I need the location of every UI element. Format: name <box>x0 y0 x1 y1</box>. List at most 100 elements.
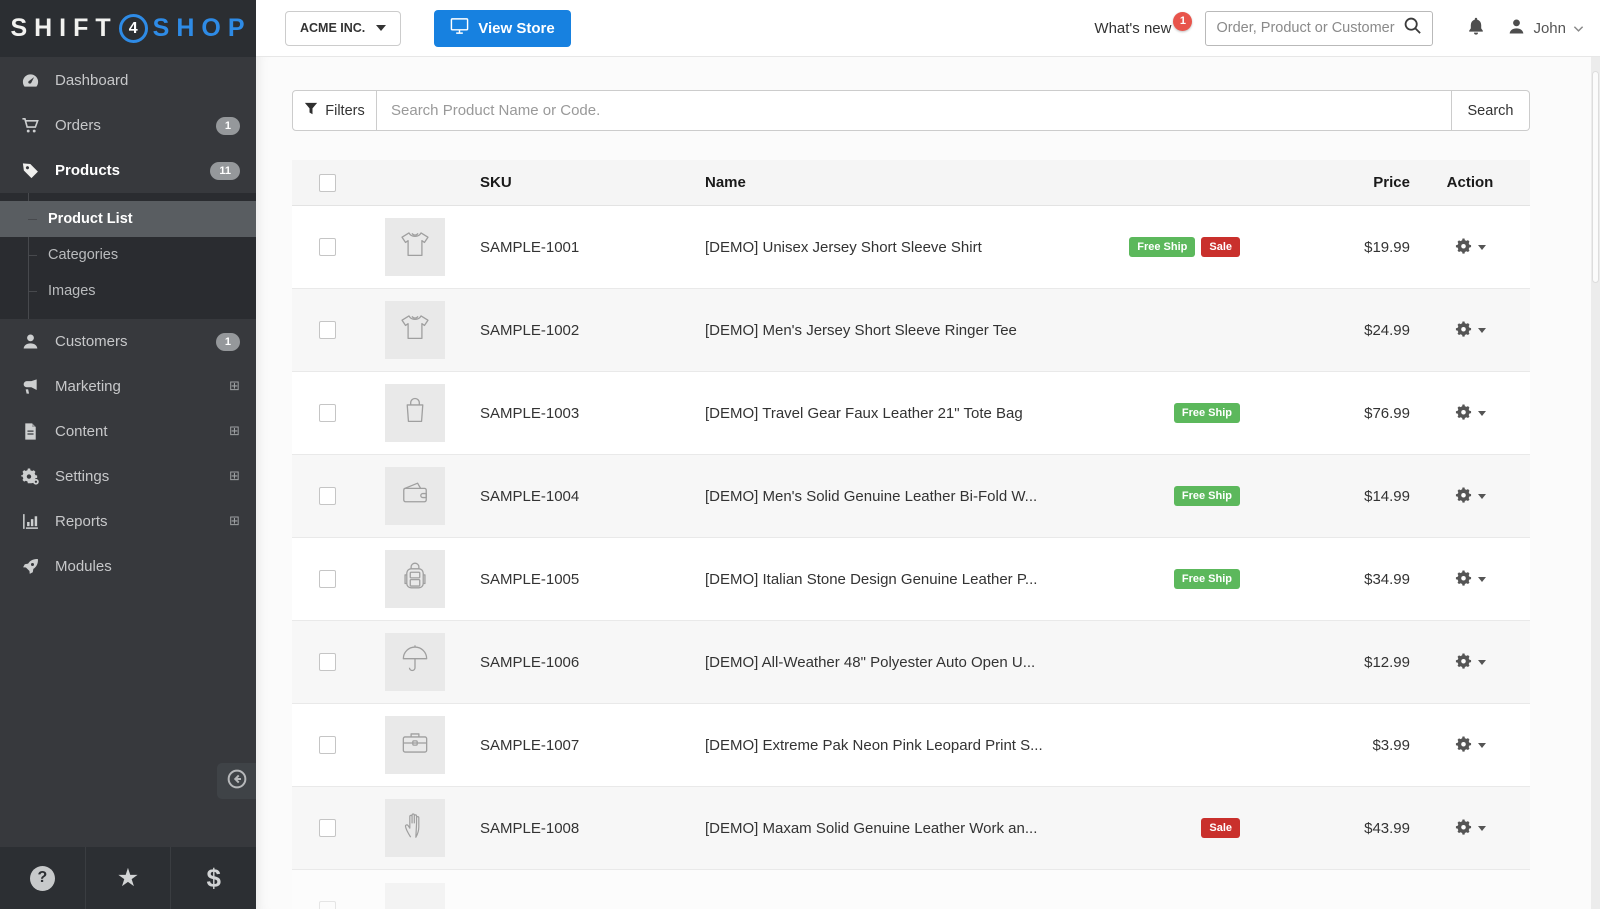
sidebar-item-content[interactable]: Content⊞ <box>0 409 256 454</box>
row-checkbox[interactable] <box>319 653 336 671</box>
sidebar-item-settings[interactable]: Settings⊞ <box>0 454 256 499</box>
row-checkbox[interactable] <box>319 321 336 339</box>
sidebar-item-label: Reports <box>55 513 229 530</box>
sidebar-item-modules[interactable]: Modules <box>0 544 256 589</box>
gear-icon <box>1455 320 1472 341</box>
row-action-gear-button[interactable] <box>1455 818 1486 839</box>
product-thumbnail[interactable] <box>385 550 445 608</box>
row-action-gear-button[interactable] <box>1455 652 1486 673</box>
row-checkbox[interactable] <box>319 404 336 422</box>
monitor-icon <box>450 17 469 39</box>
sidebar-item-orders[interactable]: Orders1 <box>0 103 256 148</box>
scrollbar-thumb[interactable] <box>1592 71 1599 283</box>
product-search-input[interactable] <box>377 90 1452 131</box>
product-name[interactable]: [DEMO] Travel Gear Faux Leather 21" Tote… <box>705 405 1023 422</box>
row-action-gear-button[interactable] <box>1455 569 1486 590</box>
product-thumbnail[interactable] <box>385 218 445 276</box>
whats-new-link[interactable]: What's new 1 <box>1094 20 1192 37</box>
product-thumbnail[interactable] <box>385 633 445 691</box>
product-sku: SAMPLE-1004 <box>480 488 579 505</box>
row-checkbox[interactable] <box>319 487 336 505</box>
product-thumbnail[interactable] <box>385 799 445 857</box>
sidebar-item-reports[interactable]: Reports⊞ <box>0 499 256 544</box>
gear-icon <box>1455 237 1472 258</box>
collapse-arrow-icon <box>226 768 248 795</box>
expand-plus-icon[interactable]: ⊞ <box>229 379 240 394</box>
expand-plus-icon[interactable]: ⊞ <box>229 424 240 439</box>
row-action-gear-button[interactable] <box>1455 735 1486 756</box>
product-thumbnail[interactable] <box>385 301 445 359</box>
sidebar-item-customers[interactable]: Customers1 <box>0 319 256 364</box>
shift4shop-logo[interactable]: SHIFT 4 SHOP <box>0 0 256 57</box>
row-checkbox[interactable] <box>319 819 336 837</box>
row-checkbox[interactable] <box>319 570 336 588</box>
product-name[interactable]: [DEMO] Extreme Pak Neon Pink Leopard Pri… <box>705 737 1043 754</box>
count-badge: 1 <box>216 117 240 135</box>
product-thumbnail[interactable] <box>385 883 445 909</box>
product-thumbnail[interactable] <box>385 384 445 442</box>
sidebar-footer-billing-button[interactable]: $ <box>170 847 256 909</box>
product-name[interactable]: [DEMO] Men's Jersey Short Sleeve Ringer … <box>705 322 1017 339</box>
filters-button[interactable]: Filters <box>292 90 377 131</box>
sidebar-footer-help-button[interactable]: ? <box>0 847 85 909</box>
count-badge: 11 <box>210 162 240 180</box>
sidebar-item-marketing[interactable]: Marketing⊞ <box>0 364 256 409</box>
row-action-gear-button[interactable] <box>1455 403 1486 424</box>
product-name[interactable]: [DEMO] Italian Stone Design Genuine Leat… <box>705 571 1037 588</box>
gear-icon <box>1455 652 1472 673</box>
user-menu[interactable]: John <box>1507 17 1584 40</box>
select-all-checkbox[interactable] <box>319 174 336 192</box>
sidebar-item-dashboard[interactable]: Dashboard <box>0 58 256 103</box>
sidebar-footer-favorites-button[interactable]: ★ <box>85 847 171 909</box>
sidebar-subitem-images[interactable]: Images <box>0 273 256 309</box>
product-thumbnail[interactable] <box>385 716 445 774</box>
bell-icon <box>1466 16 1486 41</box>
product-price: $76.99 <box>1364 405 1410 422</box>
product-price: $14.99 <box>1364 488 1410 505</box>
row-action-gear-button[interactable] <box>1455 237 1486 258</box>
sidebar-footer: ?★ $ <box>0 847 256 909</box>
product-name[interactable]: [DEMO] Men's Solid Genuine Leather Bi-Fo… <box>705 488 1037 505</box>
row-action-gear-button[interactable] <box>1455 486 1486 507</box>
product-name[interactable]: [DEMO] Maxam Solid Genuine Leather Work … <box>705 820 1037 837</box>
sku-column-header: SKU <box>480 174 705 191</box>
dollar-icon: $ <box>206 865 220 892</box>
row-checkbox[interactable] <box>319 238 336 256</box>
search-icon[interactable] <box>1403 16 1422 40</box>
umbrella-icon <box>396 641 434 683</box>
sidebar-subitem-product-list[interactable]: Product List <box>0 201 256 237</box>
caret-down-icon <box>1478 494 1486 499</box>
table-row: SAMPLE-1002 [DEMO] Men's Jersey Short Sl… <box>292 289 1530 372</box>
gear-icon <box>1455 818 1472 839</box>
search-button[interactable]: Search <box>1452 90 1530 131</box>
badges: Free ShipSale <box>1090 237 1240 257</box>
price-column-header: Price <box>1240 174 1410 191</box>
view-store-button[interactable]: View Store <box>434 10 570 47</box>
sidebar-collapse-button[interactable] <box>217 763 256 799</box>
sidebar-item-label: Customers <box>55 333 216 350</box>
row-action-gear-button[interactable] <box>1455 320 1486 341</box>
global-search-box <box>1205 11 1433 46</box>
store-selector-dropdown[interactable]: ACME INC. <box>285 11 401 46</box>
notifications-bell-button[interactable] <box>1466 16 1486 41</box>
sidebar-item-products[interactable]: Products11 <box>0 148 256 193</box>
tshirt-icon <box>396 309 434 351</box>
expand-plus-icon[interactable]: ⊞ <box>229 469 240 484</box>
badges: Free Ship <box>1090 569 1240 589</box>
product-thumbnail[interactable] <box>385 467 445 525</box>
sidebar-item-label: Marketing <box>55 378 229 395</box>
product-table: SKU Name Price Action SAMPLE-1001 [DEMO]… <box>292 160 1530 909</box>
sidebar-subitem-categories[interactable]: Categories <box>0 237 256 273</box>
sidebar-subitem-label: Product List <box>48 211 133 227</box>
product-name[interactable]: [DEMO] Unisex Jersey Short Sleeve Shirt <box>705 239 982 256</box>
wallet-icon <box>396 475 434 517</box>
row-checkbox[interactable] <box>319 901 336 909</box>
product-name[interactable]: [DEMO] All-Weather 48" Polyester Auto Op… <box>705 654 1035 671</box>
sidebar-item-label: Settings <box>55 468 229 485</box>
expand-plus-icon[interactable]: ⊞ <box>229 514 240 529</box>
global-search-input[interactable] <box>1216 20 1403 36</box>
logo-text-shift: SHIFT <box>10 14 117 43</box>
content-area: Filters Search SKU Name Price Action SAM… <box>256 57 1600 909</box>
gear-icon <box>1455 486 1472 507</box>
row-checkbox[interactable] <box>319 736 336 754</box>
